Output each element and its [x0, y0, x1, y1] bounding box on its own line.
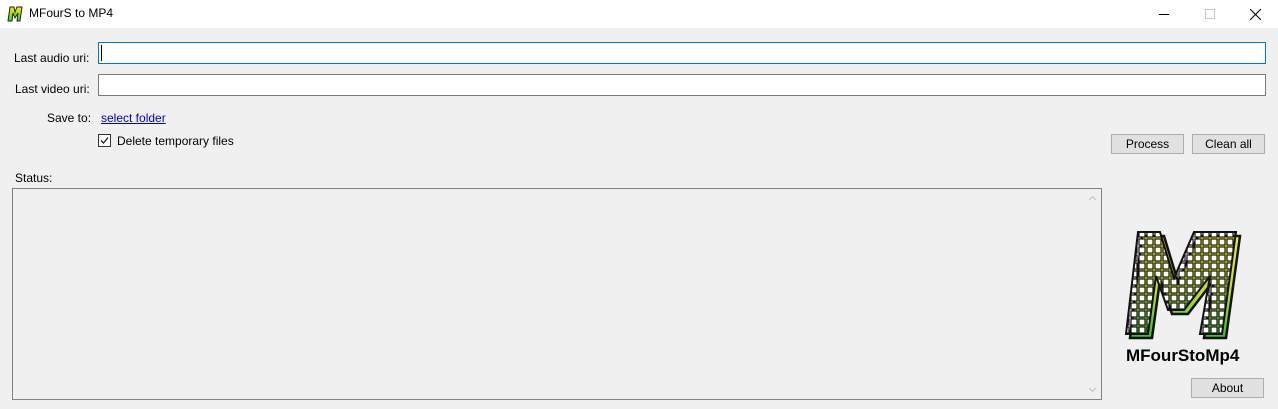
save-to-label: Save to:: [47, 111, 92, 125]
close-button[interactable]: [1232, 0, 1278, 28]
status-label: Status:: [15, 171, 53, 185]
app-window: MFourS to MP4 Last audio uri: Last video…: [0, 0, 1278, 409]
select-folder-link[interactable]: select folder: [101, 111, 166, 125]
checkmark-icon: [100, 137, 109, 144]
video-uri-label: Last video uri:: [15, 82, 90, 96]
status-textarea[interactable]: [12, 188, 1102, 400]
title-bar[interactable]: MFourS to MP4: [0, 0, 1278, 28]
logo-text: MFourStoMp4: [1126, 346, 1240, 365]
scroll-up-icon[interactable]: [1088, 194, 1097, 203]
video-uri-input[interactable]: [98, 74, 1266, 96]
process-button[interactable]: Process: [1111, 134, 1184, 154]
minimize-button[interactable]: [1141, 0, 1187, 28]
scroll-down-icon[interactable]: [1088, 385, 1097, 394]
audio-uri-input[interactable]: [98, 42, 1266, 64]
app-icon: [7, 6, 23, 22]
delete-temp-checkbox[interactable]: [98, 134, 111, 147]
about-button[interactable]: About: [1191, 378, 1264, 398]
audio-uri-label: Last audio uri:: [14, 51, 90, 65]
window-title: MFourS to MP4: [29, 6, 114, 20]
minimize-icon: [1159, 14, 1169, 15]
mfours-logo-image: [1124, 231, 1242, 340]
clean-all-button[interactable]: Clean all: [1192, 134, 1265, 154]
close-icon: [1249, 8, 1261, 20]
delete-temp-label[interactable]: Delete temporary files: [117, 134, 234, 148]
maximize-icon: [1205, 9, 1215, 19]
maximize-button[interactable]: [1187, 0, 1233, 28]
text-caret: [101, 45, 102, 61]
